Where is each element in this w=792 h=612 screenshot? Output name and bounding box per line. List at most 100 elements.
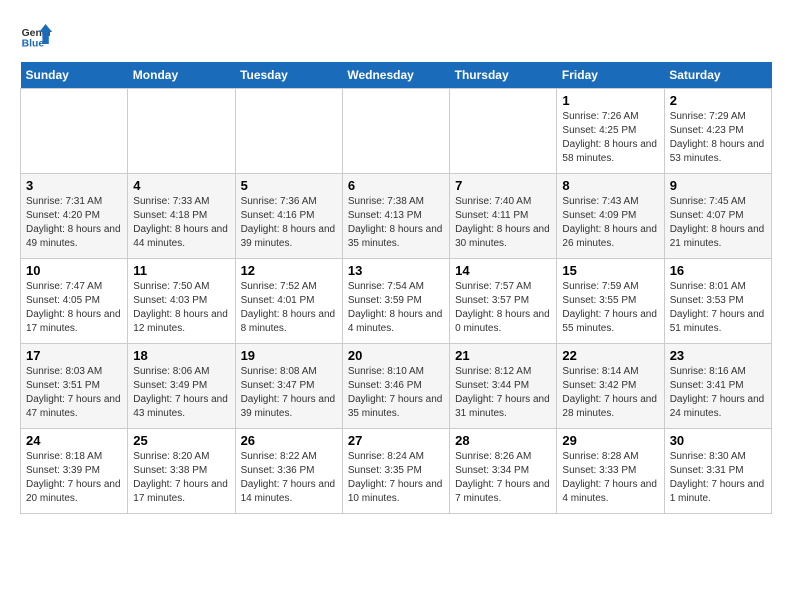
calendar-cell: 21 Sunrise: 8:12 AM Sunset: 3:44 PM Dayli… [450,344,557,429]
calendar-cell: 18 Sunrise: 8:06 AM Sunset: 3:49 PM Dayli… [128,344,235,429]
day-number: 17 [26,348,122,363]
day-info: Sunrise: 7:59 AM Sunset: 3:55 PM Dayligh… [562,280,658,336]
day-info: Sunrise: 7:40 AM Sunset: 4:11 PM Dayligh… [455,195,551,251]
calendar-cell: 30 Sunrise: 8:30 AM Sunset: 3:31 PM Dayli… [664,429,771,514]
day-info: Sunrise: 8:06 AM Sunset: 3:49 PM Dayligh… [133,365,229,421]
calendar-cell: 3Sunrise: 7:31 AM Sunset: 4:20 PM Daylig… [21,174,128,259]
calendar-cell: 25 Sunrise: 8:20 AM Sunset: 3:38 PM Dayli… [128,429,235,514]
calendar-cell [21,89,128,174]
day-info: Sunrise: 7:33 AM Sunset: 4:18 PM Dayligh… [133,195,229,251]
day-number: 13 [348,263,444,278]
calendar-week-row: 17 Sunrise: 8:03 AM Sunset: 3:51 PM Dayli… [21,344,772,429]
day-number: 14 [455,263,551,278]
calendar-cell: 1 Sunrise: 7:26 AM Sunset: 4:25 PM Daylig… [557,89,664,174]
calendar-cell: 7Sunrise: 7:40 AM Sunset: 4:11 PM Daylig… [450,174,557,259]
weekday-header-wednesday: Wednesday [342,62,449,89]
calendar-cell: 29 Sunrise: 8:28 AM Sunset: 3:33 PM Dayli… [557,429,664,514]
calendar-header-row: SundayMondayTuesdayWednesdayThursdayFrid… [21,62,772,89]
day-number: 20 [348,348,444,363]
calendar-week-row: 3Sunrise: 7:31 AM Sunset: 4:20 PM Daylig… [21,174,772,259]
weekday-header-monday: Monday [128,62,235,89]
calendar-cell: 17 Sunrise: 8:03 AM Sunset: 3:51 PM Dayli… [21,344,128,429]
day-info: Sunrise: 8:12 AM Sunset: 3:44 PM Dayligh… [455,365,551,421]
day-number: 12 [241,263,337,278]
day-info: Sunrise: 8:08 AM Sunset: 3:47 PM Dayligh… [241,365,337,421]
day-info: Sunrise: 7:57 AM Sunset: 3:57 PM Dayligh… [455,280,551,336]
day-number: 25 [133,433,229,448]
day-info: Sunrise: 8:01 AM Sunset: 3:53 PM Dayligh… [670,280,766,336]
calendar-cell: 12Sunrise: 7:52 AM Sunset: 4:01 PM Dayli… [235,259,342,344]
day-number: 1 [562,93,658,108]
calendar-cell: 19 Sunrise: 8:08 AM Sunset: 3:47 PM Dayli… [235,344,342,429]
day-number: 18 [133,348,229,363]
day-number: 6 [348,178,444,193]
day-info: Sunrise: 8:10 AM Sunset: 3:46 PM Dayligh… [348,365,444,421]
day-info: Sunrise: 8:03 AM Sunset: 3:51 PM Dayligh… [26,365,122,421]
day-info: Sunrise: 8:28 AM Sunset: 3:33 PM Dayligh… [562,450,658,506]
day-number: 22 [562,348,658,363]
day-info: Sunrise: 7:45 AM Sunset: 4:07 PM Dayligh… [670,195,766,251]
calendar-cell [450,89,557,174]
calendar-week-row: 1 Sunrise: 7:26 AM Sunset: 4:25 PM Daylig… [21,89,772,174]
calendar-cell: 22 Sunrise: 8:14 AM Sunset: 3:42 PM Dayli… [557,344,664,429]
day-number: 9 [670,178,766,193]
day-number: 30 [670,433,766,448]
calendar-cell [128,89,235,174]
calendar-cell: 23 Sunrise: 8:16 AM Sunset: 3:41 PM Dayli… [664,344,771,429]
svg-text:Blue: Blue [22,38,45,49]
day-info: Sunrise: 8:30 AM Sunset: 3:31 PM Dayligh… [670,450,766,506]
day-info: Sunrise: 7:26 AM Sunset: 4:25 PM Dayligh… [562,110,658,166]
day-number: 24 [26,433,122,448]
calendar-table: SundayMondayTuesdayWednesdayThursdayFrid… [20,62,772,514]
calendar-cell: 5 Sunrise: 7:36 AM Sunset: 4:16 PM Daylig… [235,174,342,259]
day-number: 27 [348,433,444,448]
day-info: Sunrise: 7:43 AM Sunset: 4:09 PM Dayligh… [562,195,658,251]
logo-icon: General Blue [20,20,52,52]
day-info: Sunrise: 8:14 AM Sunset: 3:42 PM Dayligh… [562,365,658,421]
day-info: Sunrise: 8:20 AM Sunset: 3:38 PM Dayligh… [133,450,229,506]
logo: General Blue [20,20,56,52]
day-number: 28 [455,433,551,448]
day-number: 5 [241,178,337,193]
calendar-cell: 14 Sunrise: 7:57 AM Sunset: 3:57 PM Dayli… [450,259,557,344]
day-info: Sunrise: 7:29 AM Sunset: 4:23 PM Dayligh… [670,110,766,166]
calendar-cell: 20 Sunrise: 8:10 AM Sunset: 3:46 PM Dayli… [342,344,449,429]
calendar-cell: 28 Sunrise: 8:26 AM Sunset: 3:34 PM Dayli… [450,429,557,514]
calendar-cell: 9 Sunrise: 7:45 AM Sunset: 4:07 PM Daylig… [664,174,771,259]
day-number: 21 [455,348,551,363]
day-info: Sunrise: 7:36 AM Sunset: 4:16 PM Dayligh… [241,195,337,251]
day-number: 26 [241,433,337,448]
day-info: Sunrise: 8:24 AM Sunset: 3:35 PM Dayligh… [348,450,444,506]
weekday-header-saturday: Saturday [664,62,771,89]
page-header: General Blue [20,20,772,52]
calendar-cell: 27 Sunrise: 8:24 AM Sunset: 3:35 PM Dayli… [342,429,449,514]
day-number: 2 [670,93,766,108]
day-number: 8 [562,178,658,193]
day-number: 29 [562,433,658,448]
weekday-header-sunday: Sunday [21,62,128,89]
day-number: 23 [670,348,766,363]
calendar-cell: 10Sunrise: 7:47 AM Sunset: 4:05 PM Dayli… [21,259,128,344]
day-number: 15 [562,263,658,278]
weekday-header-thursday: Thursday [450,62,557,89]
day-info: Sunrise: 7:38 AM Sunset: 4:13 PM Dayligh… [348,195,444,251]
day-number: 3 [26,178,122,193]
day-number: 16 [670,263,766,278]
day-number: 4 [133,178,229,193]
day-info: Sunrise: 8:22 AM Sunset: 3:36 PM Dayligh… [241,450,337,506]
calendar-week-row: 24 Sunrise: 8:18 AM Sunset: 3:39 PM Dayli… [21,429,772,514]
day-info: Sunrise: 8:16 AM Sunset: 3:41 PM Dayligh… [670,365,766,421]
calendar-cell: 4 Sunrise: 7:33 AM Sunset: 4:18 PM Daylig… [128,174,235,259]
day-info: Sunrise: 8:18 AM Sunset: 3:39 PM Dayligh… [26,450,122,506]
calendar-cell: 26 Sunrise: 8:22 AM Sunset: 3:36 PM Dayli… [235,429,342,514]
calendar-week-row: 10Sunrise: 7:47 AM Sunset: 4:05 PM Dayli… [21,259,772,344]
calendar-cell [342,89,449,174]
calendar-cell: 2 Sunrise: 7:29 AM Sunset: 4:23 PM Daylig… [664,89,771,174]
calendar-cell: 13 Sunrise: 7:54 AM Sunset: 3:59 PM Dayli… [342,259,449,344]
calendar-cell: 11Sunrise: 7:50 AM Sunset: 4:03 PM Dayli… [128,259,235,344]
calendar-cell: 16 Sunrise: 8:01 AM Sunset: 3:53 PM Dayli… [664,259,771,344]
day-number: 19 [241,348,337,363]
day-info: Sunrise: 7:54 AM Sunset: 3:59 PM Dayligh… [348,280,444,336]
day-info: Sunrise: 7:47 AM Sunset: 4:05 PM Dayligh… [26,280,122,336]
day-info: Sunrise: 8:26 AM Sunset: 3:34 PM Dayligh… [455,450,551,506]
